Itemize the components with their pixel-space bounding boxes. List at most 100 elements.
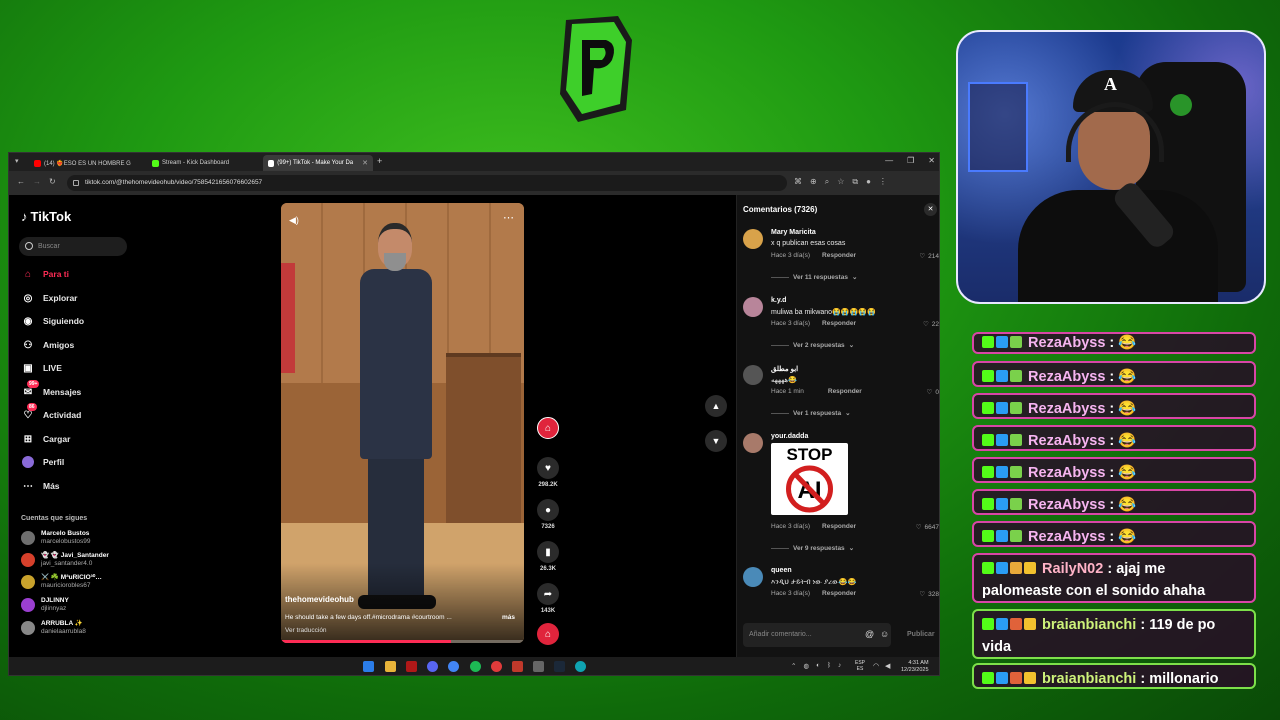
spotify-icon[interactable] xyxy=(470,661,481,672)
creator-avatar-button[interactable]: ⌂ xyxy=(534,417,562,439)
app-icon[interactable] xyxy=(406,661,417,672)
tiktok-logo[interactable]: ♪ TikTok xyxy=(21,209,71,224)
close-window-button[interactable]: ✕ xyxy=(928,156,935,165)
heart-outline-icon[interactable]: ♡ xyxy=(923,320,929,328)
save-button[interactable]: ▮ 26.3K xyxy=(534,541,562,572)
file-explorer-icon[interactable] xyxy=(385,661,396,672)
comment-user[interactable]: k.y.d xyxy=(771,297,786,304)
avatar[interactable] xyxy=(743,365,763,385)
volume-icon[interactable]: ◀ xyxy=(885,662,890,670)
minimize-button[interactable]: — xyxy=(885,156,893,165)
avatar[interactable] xyxy=(743,433,763,453)
search-input[interactable]: Buscar xyxy=(19,237,127,256)
close-tab-icon[interactable]: ✕ xyxy=(362,159,368,167)
bluetooth-icon[interactable]: ᛒ xyxy=(827,662,831,670)
nav-perfil[interactable]: Perfil xyxy=(21,453,64,471)
discord-icon[interactable] xyxy=(427,661,438,672)
nav-explorar[interactable]: ◎ Explorar xyxy=(21,289,78,307)
close-icon[interactable]: ✕ xyxy=(924,203,937,216)
forward-icon[interactable]: → xyxy=(33,177,41,186)
nav-para-ti[interactable]: ⌂ Para ti xyxy=(21,265,69,283)
heart-outline-icon[interactable]: ♡ xyxy=(919,590,925,598)
reload-icon[interactable]: ↻ xyxy=(49,177,56,186)
comment-user[interactable]: ابو مطلق xyxy=(771,365,798,373)
followed-account[interactable]: DJLINNY djlinnyaz xyxy=(21,597,69,613)
nav-live[interactable]: ▣ LIVE xyxy=(21,359,62,377)
avatar[interactable] xyxy=(743,567,763,587)
nav-cargar[interactable]: ⊞ Cargar xyxy=(21,430,71,448)
app-icon[interactable] xyxy=(512,661,523,672)
profile-icon[interactable]: ● xyxy=(866,177,871,187)
lens-icon[interactable]: ⌕ xyxy=(825,177,829,187)
translate-link[interactable]: Ver traducción xyxy=(285,627,327,634)
reply-button[interactable]: Responder xyxy=(822,252,856,259)
reply-button[interactable]: Responder xyxy=(828,388,862,395)
share-button[interactable]: ➦ 143K xyxy=(534,583,562,614)
tab-youtube[interactable]: (14) ❤️‍🔥ESO ES UN HOMBRE G xyxy=(29,155,145,171)
like-button[interactable]: ♥ 298.2K xyxy=(534,457,562,488)
caption-more-link[interactable]: más xyxy=(502,614,515,621)
followed-account[interactable]: Marcelo Bustos marcelobustos99 xyxy=(21,530,91,546)
reply-button[interactable]: Responder xyxy=(822,523,856,530)
comment-user[interactable]: Mary Maricita xyxy=(771,229,816,236)
video-author[interactable]: thehomevideohub xyxy=(285,595,354,604)
edge-icon[interactable] xyxy=(575,661,586,672)
emoji-icon[interactable]: ☺ xyxy=(880,629,889,639)
nav-mensajes[interactable]: ✉ 99+ Mensajes xyxy=(21,380,81,401)
previous-video-button[interactable]: ▲ xyxy=(705,395,727,417)
tray-icon[interactable]: ◍ xyxy=(803,662,809,670)
followed-account[interactable]: ⚔️ ☘️ MªuRICIO³⁰… mauriciorobles67 xyxy=(21,574,102,590)
comment-button[interactable]: ● 7326 xyxy=(534,499,562,530)
new-tab-button[interactable]: + xyxy=(377,156,382,166)
video-progress-bar[interactable] xyxy=(281,640,524,643)
translate-icon[interactable]: ⌘ xyxy=(794,177,802,187)
tab-tiktok[interactable]: (99+) TikTok - Make Your Da ✕ xyxy=(263,155,373,171)
wifi-icon[interactable]: ◠ xyxy=(873,662,879,670)
view-replies-button[interactable]: Ver 1 respuesta ⌄ xyxy=(771,409,851,417)
reply-button[interactable]: Responder xyxy=(822,320,856,327)
heart-outline-icon[interactable]: ♡ xyxy=(916,523,922,531)
comment-user[interactable]: queen xyxy=(771,567,792,574)
reply-button[interactable]: Responder xyxy=(822,590,856,597)
avatar[interactable] xyxy=(743,297,763,317)
url-field[interactable]: tiktok.com/@thehomevideohub/video/758542… xyxy=(67,175,787,191)
view-replies-button[interactable]: Ver 11 respuestas ⌄ xyxy=(771,273,857,281)
bookmark-star-icon[interactable]: ☆ xyxy=(837,177,844,187)
comment-user[interactable]: your.dadda xyxy=(771,433,808,440)
app-icon[interactable] xyxy=(491,661,502,672)
back-icon[interactable]: ← xyxy=(17,177,25,186)
heart-outline-icon[interactable]: ♡ xyxy=(919,252,925,260)
clock[interactable]: 4:31 AM 12/23/2025 xyxy=(901,660,929,674)
post-comment-button[interactable]: Publicar xyxy=(907,631,935,638)
chrome-icon[interactable] xyxy=(448,661,459,672)
heart-outline-icon[interactable]: ♡ xyxy=(927,388,933,396)
extensions-icon[interactable]: ⧉ xyxy=(852,177,858,187)
site-info-icon[interactable] xyxy=(73,180,79,186)
microphone-icon[interactable]: ♪ xyxy=(838,662,841,670)
volume-icon[interactable]: ◀) xyxy=(289,215,299,226)
tab-kick[interactable]: Stream - Kick Dashboard xyxy=(147,155,263,171)
avatar[interactable] xyxy=(743,229,763,249)
next-video-button[interactable]: ▼ xyxy=(705,430,727,452)
mention-icon[interactable]: @ xyxy=(865,629,874,639)
language-indicator[interactable]: ESP ES xyxy=(855,660,865,672)
tray-icon[interactable]: ◐ xyxy=(816,662,820,670)
view-replies-button[interactable]: Ver 2 respuestas ⌄ xyxy=(771,341,854,349)
comment-image-stop-ai[interactable]: STOP AI xyxy=(771,443,848,515)
windows-start-icon[interactable] xyxy=(363,661,374,672)
sound-avatar-button[interactable]: ⌂ xyxy=(534,623,562,645)
nav-mas[interactable]: ⋯ Más xyxy=(21,477,60,495)
tab-list-icon[interactable]: ▾ xyxy=(15,157,19,165)
nav-siguiendo[interactable]: ◉ Siguiendo xyxy=(21,312,84,330)
zoom-icon[interactable]: ⊕ xyxy=(810,177,817,187)
nav-amigos[interactable]: ⚇ Amigos xyxy=(21,336,75,354)
steam-icon[interactable] xyxy=(554,661,565,672)
video-player[interactable]: ◀) ⋯ thehomevideohub He should take a fe… xyxy=(281,203,524,643)
followed-account[interactable]: 👻 👻 Javi_Santander javi_santander4.0 xyxy=(21,552,109,568)
nav-actividad[interactable]: ♡ 86 Actividad xyxy=(21,403,81,424)
chevron-up-icon[interactable]: ⌃ xyxy=(791,662,796,670)
menu-icon[interactable]: ⋮ xyxy=(879,177,887,187)
view-replies-button[interactable]: Ver 9 respuestas ⌄ xyxy=(771,544,854,552)
more-options-icon[interactable]: ⋯ xyxy=(503,211,514,224)
terminal-icon[interactable] xyxy=(533,661,544,672)
